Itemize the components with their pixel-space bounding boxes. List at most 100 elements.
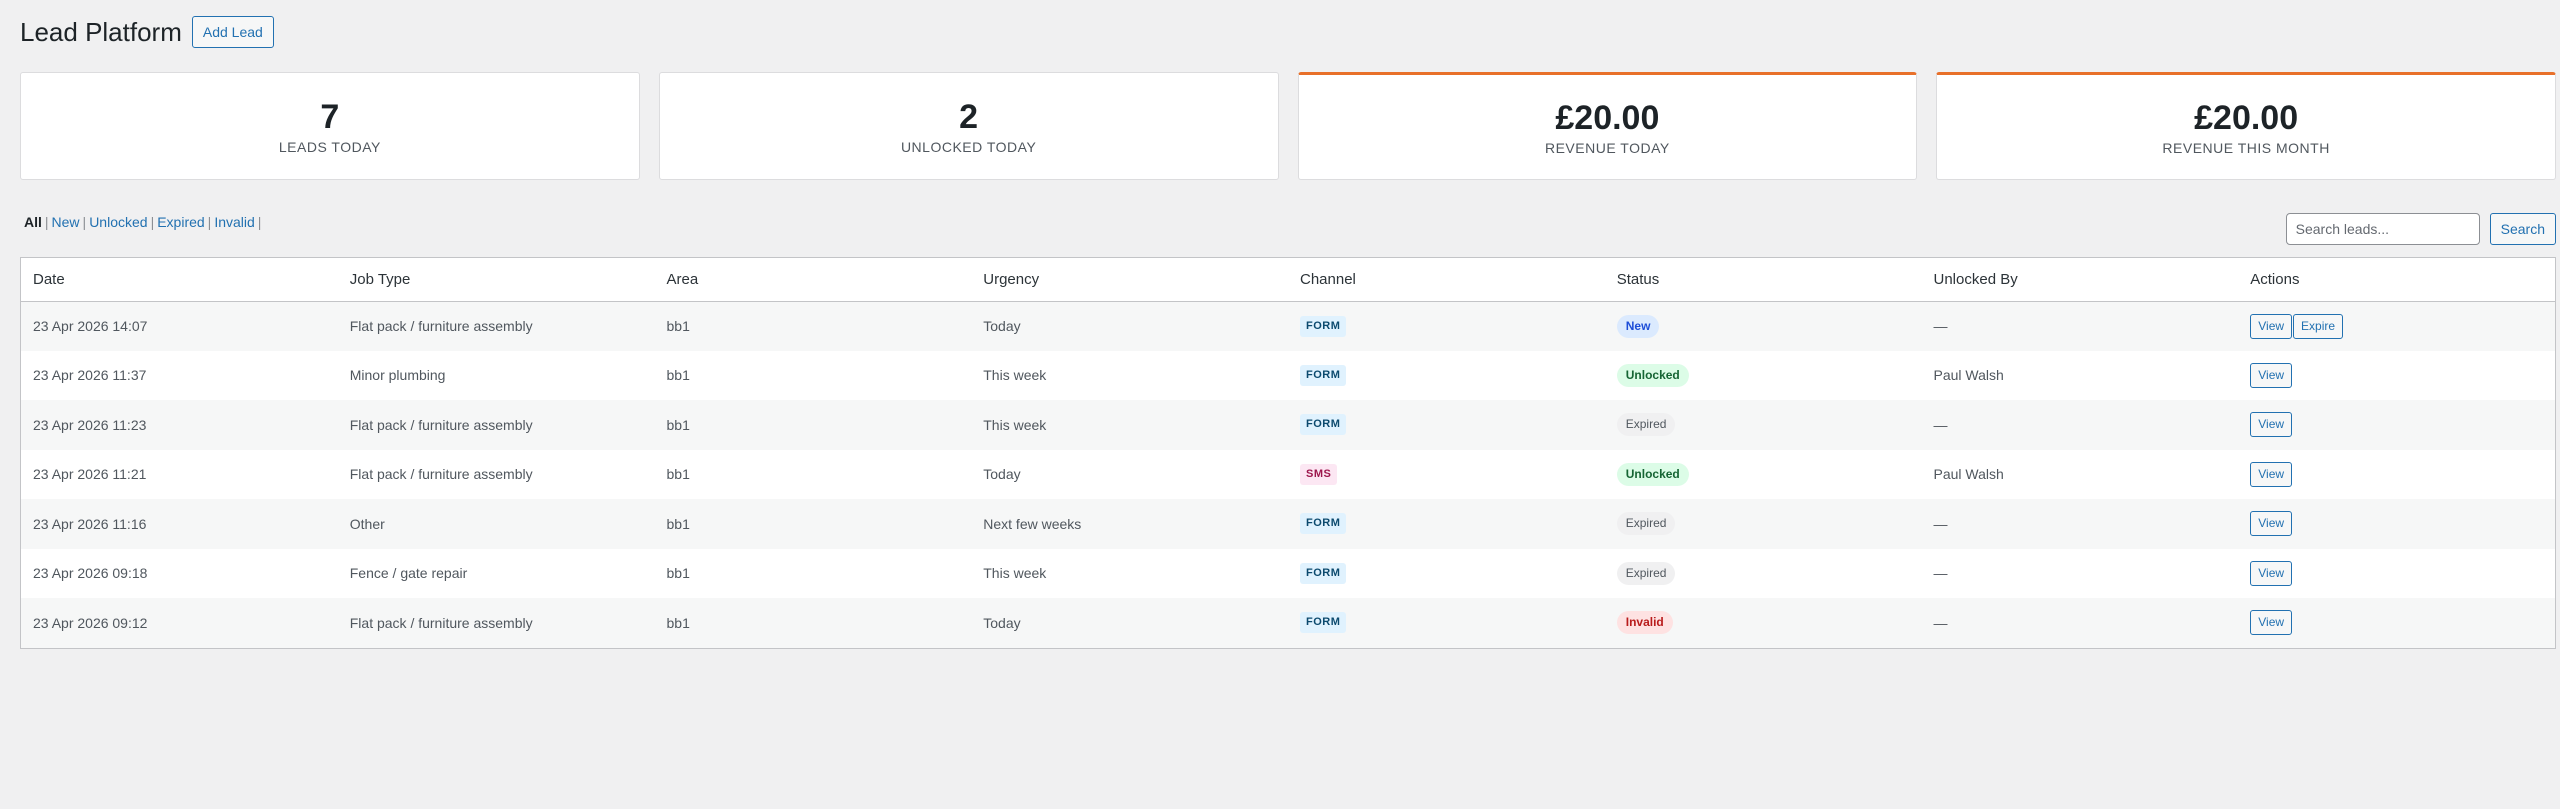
stat-label: REVENUE THIS MONTH xyxy=(2162,140,2330,156)
cell-channel: FORM xyxy=(1288,301,1605,351)
cell-unlocked-by: — xyxy=(1921,598,2239,648)
filter-separator: | xyxy=(82,214,87,230)
cell-actions: View xyxy=(2238,450,2555,500)
view-button[interactable]: View xyxy=(2250,362,2293,388)
filter-separator: | xyxy=(207,214,212,230)
cell-urgency: This week xyxy=(971,400,1288,450)
stat-value: £20.00 xyxy=(1555,99,1660,137)
status-badge: Expired xyxy=(1616,512,1676,536)
cell-status: Unlocked xyxy=(1605,351,1922,401)
filter-new[interactable]: New xyxy=(52,214,80,230)
status-badge: Unlocked xyxy=(1616,462,1689,486)
cell-urgency: Today xyxy=(971,598,1288,648)
cell-unlocked-by: — xyxy=(1933,565,1948,582)
cell-actions: View xyxy=(2238,499,2555,549)
add-lead-button[interactable]: Add Lead xyxy=(191,16,274,48)
cell-status: Expired xyxy=(1605,549,1922,599)
cell-channel: FORM xyxy=(1288,499,1605,549)
cell-status: New xyxy=(1604,301,1922,351)
view-button[interactable]: View xyxy=(2250,313,2293,339)
table-row: 23 Apr 2026 09:18 Fence / gate repair bb1 T… xyxy=(21,549,2555,599)
column-header-area: Area xyxy=(654,258,972,302)
column-header-job-type: Job Type xyxy=(337,258,655,302)
filter-invalid[interactable]: Invalid xyxy=(214,214,254,230)
cell-channel: SMS xyxy=(1288,450,1605,500)
table-row: 23 Apr 2026 11:21 Flat pack / furniture a… xyxy=(21,450,2555,500)
status-badge: Expired xyxy=(1616,413,1676,437)
column-header-status: Status xyxy=(1604,258,1922,302)
table-row: 23 Apr 2026 11:37 Minor plumbing bb1 This w… xyxy=(21,351,2555,401)
cell-area: bb1 xyxy=(666,565,690,582)
cell-unlocked-by: Paul Walsh xyxy=(1933,367,2004,384)
search-input[interactable] xyxy=(2285,213,2480,245)
cell-status: Expired xyxy=(1604,400,1922,450)
cell-area: bb1 xyxy=(654,301,972,351)
filter-unlocked[interactable]: Unlocked xyxy=(89,214,147,230)
cell-actions: View xyxy=(2238,400,2555,450)
search-button[interactable]: Search xyxy=(2489,213,2556,245)
filter-all[interactable]: All xyxy=(24,214,42,230)
status-badge: New xyxy=(1616,314,1660,338)
filter-expired[interactable]: Expired xyxy=(157,214,204,230)
view-button[interactable]: View xyxy=(2250,610,2293,636)
cell-actions: View xyxy=(2238,598,2555,648)
cell-job-type: Flat pack / furniture assembly xyxy=(349,466,533,483)
leads-table: Date Job Type Area Urgency Channel Statu… xyxy=(20,257,2556,649)
cell-channel: FORM xyxy=(1288,549,1605,599)
channel-badge: FORM xyxy=(1300,364,1347,386)
cell-status: Unlocked xyxy=(1605,450,1922,500)
cell-status: Invalid xyxy=(1604,598,1922,648)
cell-job-type: Flat pack / furniture assembly xyxy=(337,301,655,351)
channel-badge: SMS xyxy=(1300,463,1338,485)
cell-unlocked-by: — xyxy=(1921,499,2239,549)
column-header-urgency: Urgency xyxy=(971,258,1288,302)
view-button[interactable]: View xyxy=(2250,461,2293,487)
cell-urgency: Today xyxy=(971,301,1288,351)
expire-button[interactable]: Expire xyxy=(2293,313,2344,339)
cell-area: bb1 xyxy=(666,367,690,384)
stat-value: £20.00 xyxy=(2194,99,2299,137)
cell-actions: View xyxy=(2238,549,2555,599)
cell-date: 23 Apr 2026 14:07 xyxy=(21,301,338,351)
stat-value: 7 xyxy=(320,98,340,136)
cell-actions: View Expire xyxy=(2238,301,2555,351)
stat-card-revenue-month: £20.00 REVENUE THIS MONTH xyxy=(1936,72,2556,180)
cell-urgency: This week xyxy=(983,367,1047,384)
page-title: Lead Platform xyxy=(20,16,182,47)
cell-area: bb1 xyxy=(666,466,690,483)
cell-date: 23 Apr 2026 09:18 xyxy=(33,565,148,582)
status-badge: Unlocked xyxy=(1616,363,1689,387)
page-header: Lead Platform Add Lead xyxy=(20,15,274,49)
cell-unlocked-by: — xyxy=(1921,400,2239,450)
cell-status: Expired xyxy=(1604,499,1922,549)
table-row: 23 Apr 2026 11:16 Other bb1 Next few weeks F… xyxy=(21,499,2555,549)
status-badge: Expired xyxy=(1616,561,1676,585)
cell-job-type: Minor plumbing xyxy=(349,367,446,384)
filter-separator: | xyxy=(150,214,155,230)
status-filters: All | New | Unlocked | Expired | Invalid… xyxy=(24,214,264,230)
cell-channel: FORM xyxy=(1288,400,1605,450)
cell-date: 23 Apr 2026 11:37 xyxy=(33,367,147,384)
cell-date: 23 Apr 2026 11:23 xyxy=(21,400,338,450)
channel-badge: FORM xyxy=(1300,315,1347,337)
cell-job-type: Other xyxy=(337,499,655,549)
stat-card-revenue-today: £20.00 REVENUE TODAY xyxy=(1297,72,1918,180)
cell-area: bb1 xyxy=(654,499,972,549)
stats-row: 7 LEADS TODAY 2 UNLOCKED TODAY £20.00 RE… xyxy=(20,72,2556,180)
stat-value: 2 xyxy=(959,98,979,136)
cell-job-type: Flat pack / furniture assembly xyxy=(337,598,655,648)
status-badge: Invalid xyxy=(1616,611,1673,635)
stat-label: REVENUE TODAY xyxy=(1544,140,1670,156)
cell-actions: View xyxy=(2238,351,2555,401)
stat-label: UNLOCKED TODAY xyxy=(900,139,1037,155)
view-button[interactable]: View xyxy=(2250,560,2293,586)
cell-channel: FORM xyxy=(1288,351,1605,401)
table-row: 23 Apr 2026 11:23 Flat pack / furniture a… xyxy=(21,400,2555,450)
view-button[interactable]: View xyxy=(2250,412,2293,438)
cell-job-type: Flat pack / furniture assembly xyxy=(337,400,655,450)
stat-card-leads-today: 7 LEADS TODAY xyxy=(20,72,640,180)
column-header-channel: Channel xyxy=(1288,258,1605,302)
cell-date: 23 Apr 2026 09:12 xyxy=(21,598,338,648)
view-button[interactable]: View xyxy=(2250,511,2293,537)
cell-area: bb1 xyxy=(654,598,972,648)
